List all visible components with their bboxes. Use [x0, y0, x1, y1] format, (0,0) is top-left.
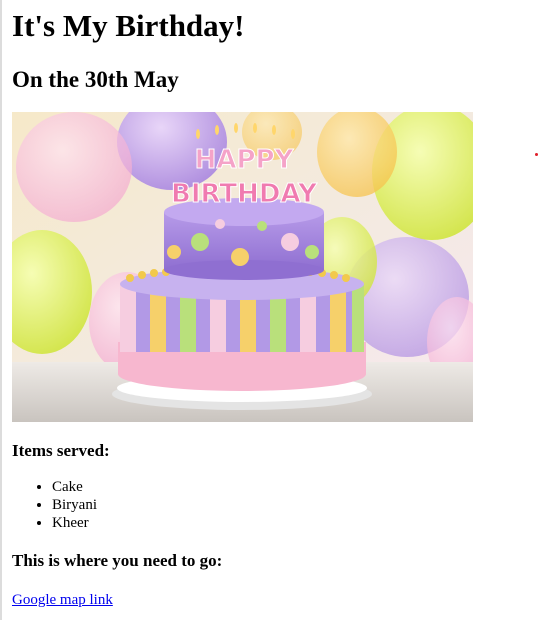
- items-heading: Items served:: [12, 441, 110, 460]
- cake-candles-birthday: BIRTHDAY: [171, 179, 318, 209]
- page-title: It's My Birthday!: [12, 8, 245, 43]
- list-item: Kheer: [52, 514, 532, 532]
- list-item: Cake: [52, 478, 532, 496]
- cake-candles-happy: HAPPY: [195, 145, 295, 175]
- birthday-cake-image: HAPPY BIRTHDAY: [12, 112, 473, 422]
- red-dot-marker: [535, 153, 538, 156]
- google-map-link[interactable]: Google map link: [12, 592, 113, 609]
- items-list: Cake Biryani Kheer: [12, 478, 532, 532]
- page-content: It's My Birthday! On the 30th May HAPPY …: [12, 0, 532, 609]
- list-item: Biryani: [52, 496, 532, 514]
- date-heading: On the 30th May: [12, 67, 179, 92]
- location-heading: This is where you need to go:: [12, 551, 223, 570]
